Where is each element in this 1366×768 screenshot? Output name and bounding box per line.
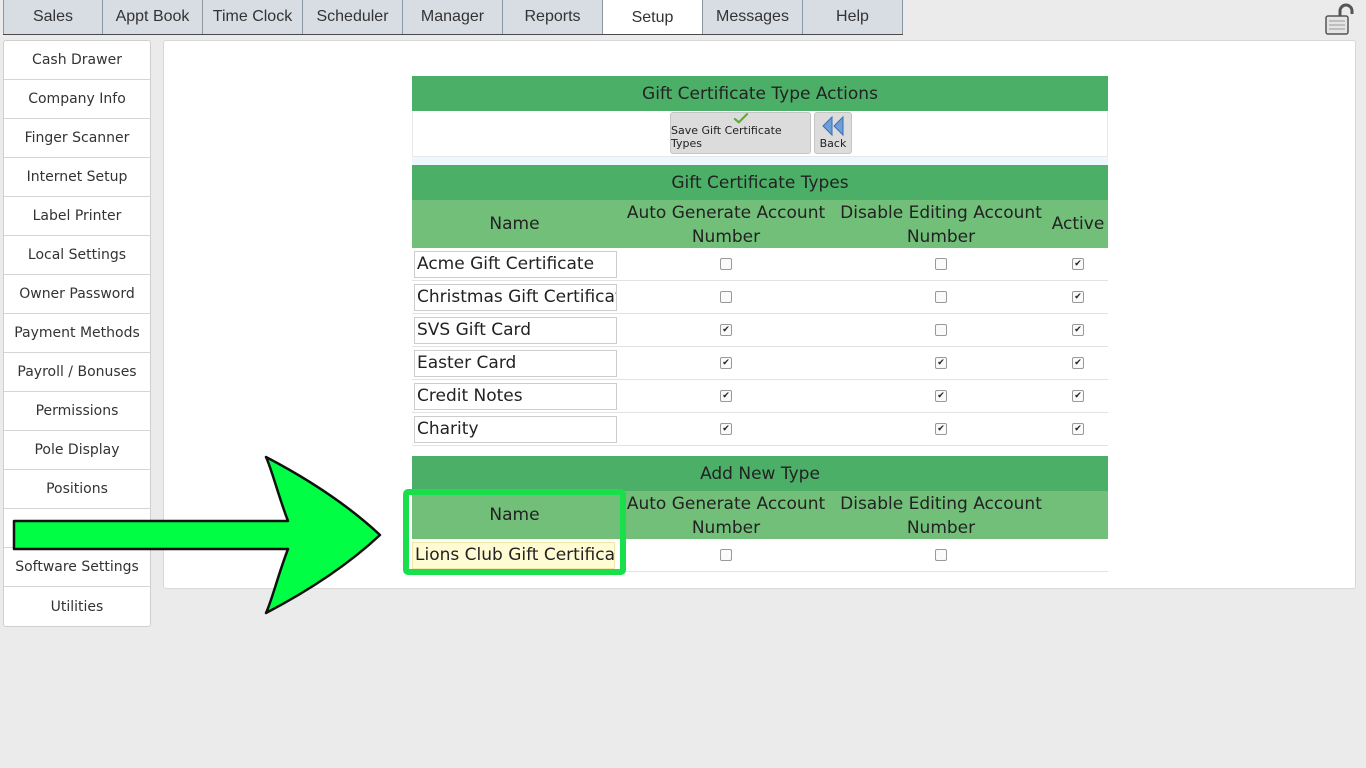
sidebar-item-label-printer[interactable]: Label Printer	[4, 197, 150, 236]
add-new-header: Add New Type	[412, 456, 1108, 491]
back-button-label: Back	[819, 137, 847, 150]
types-header: Gift Certificate Types	[412, 165, 1108, 200]
disable-editing-checkbox[interactable]	[935, 423, 947, 435]
column-disable-editing: Disable Editing Account Number	[840, 494, 1042, 538]
new-disable-editing-checkbox[interactable]	[935, 549, 947, 561]
type-name-input[interactable]: Charity	[414, 416, 617, 443]
tab-help[interactable]: Help	[803, 0, 903, 35]
main-tabs: Sales Appt Book Time Clock Scheduler Man…	[3, 0, 903, 35]
section-separator	[412, 157, 1108, 165]
tab-setup[interactable]: Setup	[603, 0, 703, 35]
tab-manager[interactable]: Manager	[403, 0, 503, 35]
type-name-input[interactable]: SVS Gift Card	[414, 317, 617, 344]
checkmark-icon	[733, 113, 748, 124]
tab-messages[interactable]: Messages	[703, 0, 803, 35]
auto-generate-checkbox[interactable]	[720, 258, 732, 270]
table-row: SVS Gift Card	[412, 314, 1108, 347]
sidebar-item-payment-methods[interactable]: Payment Methods	[4, 314, 150, 353]
sidebar-item-company-info[interactable]: Company Info	[4, 80, 150, 119]
column-name: Name	[489, 214, 540, 234]
tab-reports[interactable]: Reports	[503, 0, 603, 35]
tab-scheduler[interactable]: Scheduler	[303, 0, 403, 35]
disable-editing-checkbox[interactable]	[935, 357, 947, 369]
active-checkbox[interactable]	[1072, 258, 1084, 270]
back-button[interactable]: Back	[814, 112, 852, 154]
actions-toolbar: Save Gift Certificate Types Back	[412, 111, 1108, 157]
column-active: Active	[1051, 214, 1105, 234]
sidebar-item-internet-setup[interactable]: Internet Setup	[4, 158, 150, 197]
types-column-headers: Name Auto Generate Account Number Disabl…	[412, 200, 1108, 248]
disable-editing-checkbox[interactable]	[935, 291, 947, 303]
auto-generate-checkbox[interactable]	[720, 324, 732, 336]
auto-generate-checkbox[interactable]	[720, 357, 732, 369]
actions-header: Gift Certificate Type Actions	[412, 76, 1108, 111]
sidebar-item-payroll-bonuses[interactable]: Payroll / Bonuses	[4, 353, 150, 392]
disable-editing-checkbox[interactable]	[935, 258, 947, 270]
sidebar-item-finger-scanner[interactable]: Finger Scanner	[4, 119, 150, 158]
column-auto-generate: Auto Generate Account Number	[626, 203, 826, 247]
annotation-arrow-icon	[12, 455, 382, 615]
column-auto-generate: Auto Generate Account Number	[626, 494, 826, 538]
active-checkbox[interactable]	[1072, 390, 1084, 402]
save-button[interactable]: Save Gift Certificate Types	[670, 112, 811, 154]
save-button-label: Save Gift Certificate Types	[671, 124, 782, 150]
new-auto-generate-checkbox[interactable]	[720, 549, 732, 561]
type-name-input[interactable]: Acme Gift Certificate	[414, 251, 617, 278]
tabs-divider	[3, 34, 903, 35]
active-checkbox[interactable]	[1072, 357, 1084, 369]
auto-generate-checkbox[interactable]	[720, 423, 732, 435]
table-row: Christmas Gift Certificate	[412, 281, 1108, 314]
double-left-arrow-icon	[822, 115, 844, 137]
auto-generate-checkbox[interactable]	[720, 291, 732, 303]
table-row: Acme Gift Certificate	[412, 248, 1108, 281]
tab-appt-book[interactable]: Appt Book	[103, 0, 203, 35]
type-name-input[interactable]: Christmas Gift Certificate	[414, 284, 617, 311]
tab-time-clock[interactable]: Time Clock	[203, 0, 303, 35]
active-checkbox[interactable]	[1072, 324, 1084, 336]
sidebar-item-cash-drawer[interactable]: Cash Drawer	[4, 41, 150, 80]
unlocked-padlock-icon[interactable]	[1324, 3, 1358, 35]
auto-generate-checkbox[interactable]	[720, 390, 732, 402]
table-row: Credit Notes	[412, 380, 1108, 413]
disable-editing-checkbox[interactable]	[935, 324, 947, 336]
active-checkbox[interactable]	[1072, 423, 1084, 435]
active-checkbox[interactable]	[1072, 291, 1084, 303]
table-row: Easter Card	[412, 347, 1108, 380]
top-navigation: Sales Appt Book Time Clock Scheduler Man…	[0, 0, 1366, 36]
disable-editing-checkbox[interactable]	[935, 390, 947, 402]
type-name-input[interactable]: Credit Notes	[414, 383, 617, 410]
sidebar-item-local-settings[interactable]: Local Settings	[4, 236, 150, 275]
sidebar-item-permissions[interactable]: Permissions	[4, 392, 150, 431]
tab-sales[interactable]: Sales	[3, 0, 103, 35]
annotation-highlight-box	[403, 489, 626, 575]
column-disable-editing: Disable Editing Account Number	[840, 203, 1042, 247]
table-row: Charity	[412, 413, 1108, 446]
type-name-input[interactable]: Easter Card	[414, 350, 617, 377]
sidebar-item-owner-password[interactable]: Owner Password	[4, 275, 150, 314]
